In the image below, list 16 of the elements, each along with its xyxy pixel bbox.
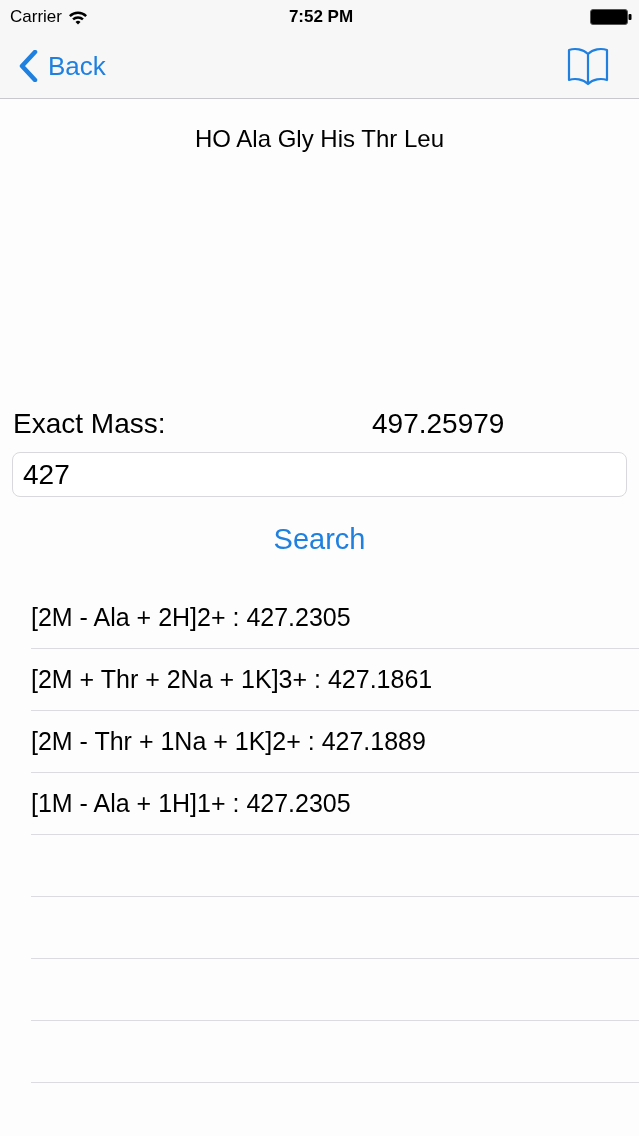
book-icon[interactable] <box>567 46 609 86</box>
result-row[interactable]: [2M - Thr + 1Na + 1K]2+ : 427.1889 <box>31 711 639 773</box>
chevron-left-icon <box>18 50 38 82</box>
back-button[interactable]: Back <box>18 50 106 82</box>
battery-icon <box>590 9 632 25</box>
mass-input-field[interactable]: 427 <box>12 452 627 497</box>
exact-mass-value: 497.25979 <box>372 408 506 440</box>
result-row[interactable]: [2M - Ala + 2H]2+ : 427.2305 <box>31 587 639 649</box>
peptide-sequence: HO Ala Gly His Thr Leu <box>195 125 444 153</box>
carrier-name: Carrier <box>10 7 62 27</box>
result-row[interactable]: [1M - Ala + 1H]1+ : 427.2305 <box>31 773 639 835</box>
wifi-icon <box>67 9 88 25</box>
result-row[interactable]: [2M + Thr + 2Na + 1K]3+ : 427.1861 <box>31 649 639 711</box>
status-time: 7:52 PM <box>288 7 354 27</box>
exact-mass-label: Exact Mass: <box>13 408 167 440</box>
search-button[interactable]: Search <box>267 515 372 563</box>
